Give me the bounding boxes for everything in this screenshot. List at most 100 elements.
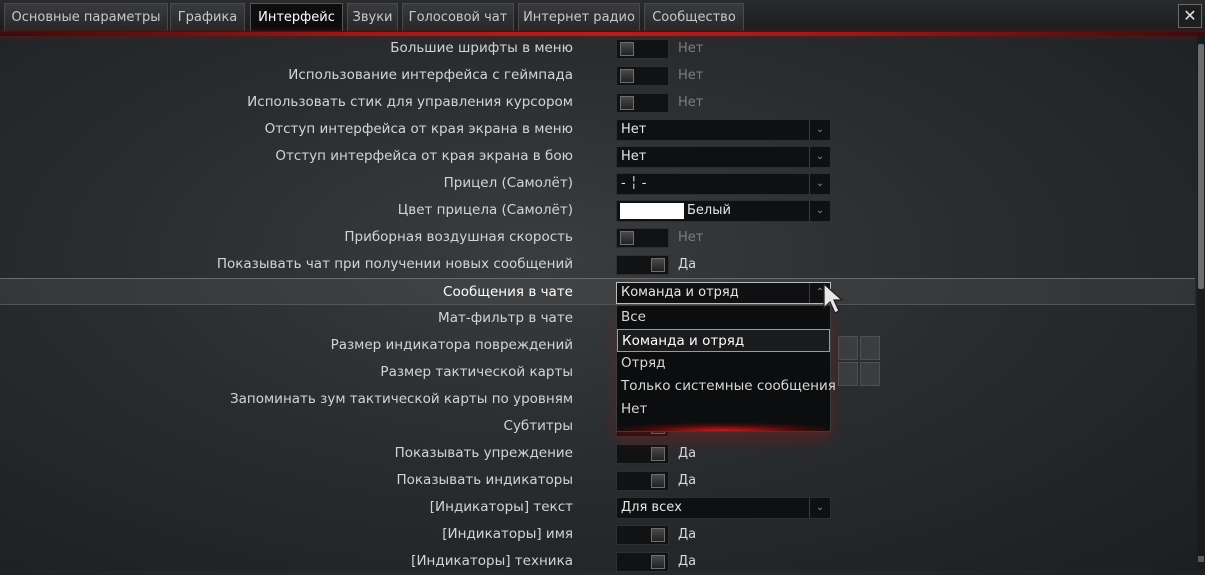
- chevron-down-icon[interactable]: ⌄: [809, 120, 830, 140]
- setting-label: Использовать стик для управления курсоро…: [247, 94, 573, 110]
- dropdown-glow: [617, 423, 830, 431]
- setting-label: Субтитры: [503, 418, 573, 434]
- setting-toggle[interactable]: [616, 552, 669, 572]
- select-value: Нет: [621, 149, 647, 164]
- setting-select[interactable]: Нет ⌄: [616, 119, 831, 141]
- tab-5[interactable]: Голосовой чат: [402, 3, 514, 31]
- select-value: Для всех: [621, 500, 682, 515]
- setting-label: Прицел (Самолёт): [443, 175, 573, 191]
- scrollbar-thumb[interactable]: [1198, 44, 1204, 289]
- setting-row: Размер индикатора повреждений: [0, 332, 1195, 359]
- setting-row: Приборная воздушная скорость Нет: [0, 224, 1195, 251]
- setting-toggle[interactable]: [616, 525, 669, 545]
- setting-row: Сообщения в чате Команда и отряд ⌃: [0, 278, 1195, 305]
- setting-label: Использование интерфейса с геймпада: [288, 67, 573, 83]
- setting-row: [Индикаторы] техника Да: [0, 548, 1195, 575]
- toggle-state-label: Нет: [678, 68, 704, 83]
- toggle-state-label: Да: [678, 446, 697, 461]
- setting-row: [Индикаторы] имя Да: [0, 521, 1195, 548]
- tab-2[interactable]: Графика: [170, 3, 245, 31]
- toggle-state-label: Да: [678, 257, 697, 272]
- close-button[interactable]: ✕: [1178, 4, 1202, 28]
- setting-label: Отступ интерфейса от края экрана в бою: [275, 148, 573, 164]
- toggle-knob: [651, 555, 665, 569]
- toggle-state-label: Да: [678, 527, 697, 542]
- toggle-state-label: Да: [678, 473, 697, 488]
- setting-row: Отступ интерфейса от края экрана в меню Н…: [0, 116, 1195, 143]
- dropdown-option[interactable]: Нет: [617, 398, 830, 421]
- toggle-state-label: Нет: [678, 230, 704, 245]
- mouse-cursor-icon: [823, 282, 844, 314]
- setting-toggle[interactable]: [616, 93, 669, 113]
- setting-select[interactable]: Белый ⌄: [616, 200, 831, 222]
- tab-6[interactable]: Интернет радио: [518, 3, 640, 31]
- dropdown-option[interactable]: Только системные сообщения: [617, 375, 836, 398]
- setting-row: Прицел (Самолёт) - ╎ - ⌄: [0, 170, 1195, 197]
- setting-row: Показывать чат при получении новых сообщ…: [0, 251, 1195, 278]
- chevron-down-icon[interactable]: ⌄: [809, 498, 830, 518]
- chat-messages-dropdown-list: Все Команда и отряд Отряд Только системные …: [616, 305, 836, 432]
- setting-toggle[interactable]: [616, 66, 669, 86]
- setting-toggle[interactable]: [616, 255, 669, 275]
- color-swatch: [620, 203, 684, 219]
- toggle-state-label: Нет: [678, 95, 704, 110]
- setting-toggle[interactable]: [616, 471, 669, 491]
- setting-row: Мат-фильтр в чате: [0, 305, 1195, 332]
- setting-label: Показывать упреждение: [394, 445, 573, 461]
- toggle-knob: [651, 474, 665, 488]
- setting-label: [Индикаторы] техника: [411, 553, 573, 569]
- setting-row: Использовать стик для управления курсоро…: [0, 89, 1195, 116]
- setting-label: Показывать индикаторы: [396, 472, 573, 488]
- tab-1[interactable]: Основные параметры: [4, 3, 168, 31]
- toggle-knob: [651, 447, 665, 461]
- setting-select[interactable]: Для всех ⌄: [616, 497, 831, 519]
- setting-toggle[interactable]: [616, 228, 669, 248]
- toggle-knob: [620, 69, 634, 83]
- setting-row: Запоминать зум тактической карты по уров…: [0, 386, 1195, 413]
- toggle-knob: [651, 258, 665, 272]
- setting-row: Показывать индикаторы Да: [0, 467, 1195, 494]
- scrollbar-end: [1198, 556, 1204, 562]
- setting-toggle[interactable]: [616, 444, 669, 464]
- setting-row: Показывать упреждение Да: [0, 440, 1195, 467]
- setting-label: Сообщения в чате: [443, 284, 573, 300]
- chevron-down-icon[interactable]: ⌄: [809, 201, 830, 221]
- toggle-state-label: Нет: [678, 41, 704, 56]
- tab-bar: Основные параметры Графика Интерфейс Звуки Г…: [0, 0, 1205, 32]
- chevron-down-icon[interactable]: ⌄: [809, 147, 830, 167]
- dropdown-option[interactable]: Отряд: [617, 352, 830, 375]
- setting-toggle[interactable]: [616, 39, 669, 59]
- toggle-knob: [651, 528, 665, 542]
- setting-row: [Индикаторы] текст Для всех ⌄: [0, 494, 1195, 521]
- setting-select[interactable]: Команда и отряд ⌃: [616, 282, 831, 304]
- tab-3[interactable]: Интерфейс: [250, 3, 343, 31]
- toggle-knob: [620, 42, 634, 56]
- toggle-knob: [620, 96, 634, 110]
- setting-label: Цвет прицела (Самолёт): [397, 202, 573, 218]
- setting-row: Большие шрифты в меню Нет: [0, 35, 1195, 62]
- setting-row: Отступ интерфейса от края экрана в бою Не…: [0, 143, 1195, 170]
- setting-row: Использование интерфейса с геймпада Нет: [0, 62, 1195, 89]
- chevron-down-icon[interactable]: ⌄: [809, 174, 830, 194]
- setting-select[interactable]: - ╎ - ⌄: [616, 173, 831, 195]
- dropdown-option[interactable]: Все: [617, 306, 830, 329]
- tab-4[interactable]: Звуки: [347, 3, 398, 31]
- setting-select[interactable]: Нет ⌄: [616, 146, 831, 168]
- setting-label: Показывать чат при получении новых сообщ…: [216, 256, 573, 272]
- setting-row: Цвет прицела (Самолёт) Белый ⌄: [0, 197, 1195, 224]
- setting-label: Приборная воздушная скорость: [344, 229, 573, 245]
- setting-label: [Индикаторы] текст: [429, 499, 573, 515]
- toggle-knob: [620, 231, 634, 245]
- setting-label: Запоминать зум тактической карты по уров…: [229, 391, 573, 407]
- setting-label: [Индикаторы] имя: [442, 526, 573, 542]
- dropdown-option[interactable]: Команда и отряд: [617, 329, 830, 352]
- setting-label: Большие шрифты в меню: [390, 40, 573, 56]
- setting-label: Размер индикатора повреждений: [330, 337, 573, 353]
- setting-label: Отступ интерфейса от края экрана в меню: [264, 121, 573, 137]
- setting-label: Мат-фильтр в чате: [438, 310, 573, 326]
- tab-7[interactable]: Сообщество: [644, 3, 744, 31]
- select-value: Белый: [687, 203, 731, 218]
- toggle-state-label: Да: [678, 554, 697, 569]
- setting-row: СубтитрыДа: [0, 413, 1195, 440]
- select-value: - ╎ -: [621, 176, 647, 191]
